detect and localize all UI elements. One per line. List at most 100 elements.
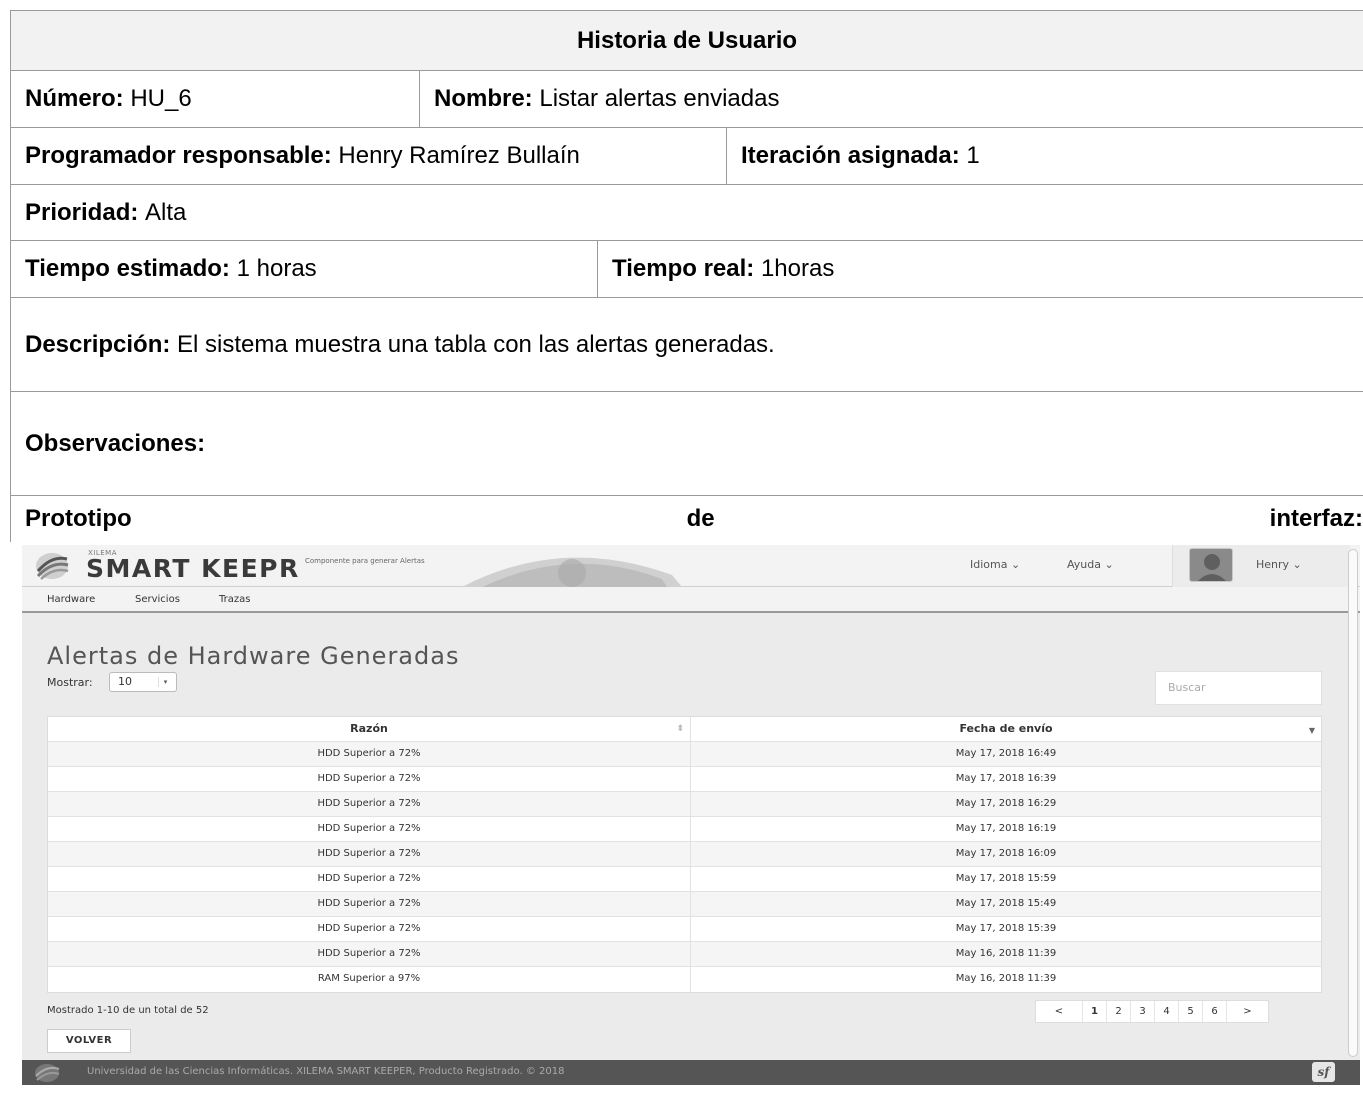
table-row: HDD Superior a 72% May 17, 2018 15:39 (48, 917, 1321, 942)
cell-razon: HDD Superior a 72% (48, 917, 691, 941)
tiempo-estimado-cell: Tiempo estimado: 1 horas (11, 241, 597, 297)
cell-razon: HDD Superior a 72% (48, 867, 691, 891)
avatar-icon (1189, 548, 1233, 582)
logo-text: SMART KEEPR (86, 554, 300, 583)
pager-next-button[interactable]: > (1226, 1001, 1268, 1022)
chevron-down-icon: ⌄ (1104, 558, 1114, 571)
programador-value: Henry Ramírez Bullaín (338, 142, 580, 169)
cell-razon: HDD Superior a 72% (48, 942, 691, 966)
table-body: HDD Superior a 72% May 17, 2018 16:49 HDD … (48, 742, 1321, 992)
programador-label: Programador responsable: (25, 142, 332, 169)
prioridad-label: Prioridad: (25, 198, 139, 226)
symfony-icon[interactable]: sf (1312, 1062, 1335, 1082)
pager-page-5[interactable]: 5 (1178, 1001, 1202, 1022)
cell-fecha: May 17, 2018 16:09 (955, 848, 1057, 859)
table-row: HDD Superior a 72% May 17, 2018 16:09 (48, 842, 1321, 867)
sort-icon: ⬍ (676, 724, 684, 734)
cell-razon: RAM Superior a 97% (48, 967, 691, 992)
menu-ayuda[interactable]: Ayuda ⌄ (1067, 558, 1114, 571)
pager-prev-button[interactable]: < (1036, 1001, 1082, 1022)
chevron-down-icon: ⌄ (1010, 558, 1021, 571)
back-button[interactable]: VOLVER (47, 1029, 131, 1053)
pager-page-3[interactable]: 3 (1130, 1001, 1154, 1022)
prototipo-word-2: de (686, 505, 715, 532)
table-row: HDD Superior a 72% May 16, 2018 11:39 (48, 942, 1321, 967)
pager-page-1[interactable]: 1 (1082, 1001, 1106, 1022)
cell-razon: HDD Superior a 72% (48, 742, 691, 766)
search-input[interactable]: Buscar (1155, 671, 1322, 705)
table-row: HDD Superior a 72% May 17, 2018 16:19 (48, 817, 1321, 842)
top-nav: Hardware Servicios Trazas (22, 587, 1360, 613)
cell-fecha: May 17, 2018 15:59 (955, 873, 1057, 884)
interface-prototype: XILEMA SMART KEEPR Componente para gener… (22, 545, 1360, 1085)
cell-fecha: May 16, 2018 11:39 (955, 948, 1057, 959)
observaciones-cell: Observaciones: (11, 392, 1363, 495)
table-row: HDD Superior a 72% May 17, 2018 16:49 (48, 742, 1321, 767)
header-decoration (462, 557, 682, 587)
tiempo-real-label: Tiempo real: (612, 255, 755, 282)
cell-razon: HDD Superior a 72% (48, 817, 691, 841)
caret-down-icon: ▾ (158, 677, 172, 687)
iteracion-cell: Iteración asignada: 1 (726, 128, 1363, 184)
numero-label: Número: (25, 85, 124, 112)
doc-row-prototipo: Prototipo de interfaz: (10, 496, 1363, 542)
tiempo-estimado-label: Tiempo estimado: (25, 255, 230, 282)
doc-title-row: Historia de Usuario (10, 10, 1363, 71)
prototipo-word-3: interfaz: (1269, 505, 1363, 532)
cell-fecha: May 17, 2018 16:29 (955, 798, 1057, 809)
xilema-logo-icon (35, 1064, 60, 1082)
cell-fecha: May 17, 2018 16:19 (955, 823, 1057, 834)
nombre-label: Nombre: (434, 85, 533, 112)
prioridad-cell: Prioridad: Alta (11, 185, 1363, 240)
table-header-row: Razón ⬍ Fecha de envío ▼ (48, 717, 1321, 742)
descripcion-value: El sistema muestra una tabla con las ale… (177, 330, 775, 358)
page-title: Alertas de Hardware Generadas (47, 642, 460, 670)
logo-subtitle: Componente para generar Alertas (305, 557, 425, 565)
cell-razon: HDD Superior a 72% (48, 892, 691, 916)
column-header-fecha[interactable]: Fecha de envío ▼ (691, 717, 1321, 741)
table-row: HDD Superior a 72% May 17, 2018 15:49 (48, 892, 1321, 917)
prioridad-value: Alta (145, 198, 187, 226)
tiempo-real-value: 1horas (760, 255, 835, 282)
scrollbar[interactable] (1348, 549, 1358, 1057)
pager-page-2[interactable]: 2 (1106, 1001, 1130, 1022)
cell-razon: HDD Superior a 72% (48, 792, 691, 816)
page-size-value: 10 (118, 675, 132, 688)
nav-hardware[interactable]: Hardware (47, 594, 95, 605)
column-header-label: Razón (350, 722, 388, 735)
table-info: Mostrado 1-10 de un total de 52 (47, 1005, 209, 1016)
cell-razon: HDD Superior a 72% (48, 842, 691, 866)
menu-idioma-label: Idioma (970, 558, 1008, 571)
column-header-razon[interactable]: Razón ⬍ (48, 717, 691, 741)
cell-fecha: May 16, 2018 11:39 (955, 973, 1057, 984)
chevron-down-icon: ⌄ (1292, 558, 1302, 571)
pagination: <1 2 3 4 5 6 > (1035, 1000, 1269, 1023)
page-size-select[interactable]: 10 ▾ (109, 672, 177, 692)
pager-page-4[interactable]: 4 (1154, 1001, 1178, 1022)
numero-cell: Número: HU_6 (11, 71, 419, 127)
user-menu[interactable]: Henry ⌄ (1256, 558, 1302, 571)
descripcion-cell: Descripción: El sistema muestra una tabl… (11, 298, 1363, 391)
nav-trazas[interactable]: Trazas (219, 594, 250, 605)
footer-text: Universidad de las Ciencias Informáticas… (87, 1066, 565, 1077)
xilema-logo-icon (36, 553, 69, 580)
show-label: Mostrar: (47, 676, 93, 689)
table-row: HDD Superior a 72% May 17, 2018 16:29 (48, 792, 1321, 817)
tiempo-estimado-value: 1 horas (236, 255, 317, 282)
app-header: XILEMA SMART KEEPR Componente para gener… (22, 545, 1360, 587)
pager-page-6[interactable]: 6 (1202, 1001, 1226, 1022)
table-row: HDD Superior a 72% May 17, 2018 15:59 (48, 867, 1321, 892)
menu-idioma[interactable]: Idioma ⌄ (970, 558, 1020, 571)
doc-title: Historia de Usuario (576, 26, 798, 54)
nombre-cell: Nombre: Listar alertas enviadas (419, 71, 1363, 127)
table-row: HDD Superior a 72% May 17, 2018 16:39 (48, 767, 1321, 792)
iteracion-label: Iteración asignada: (741, 142, 960, 169)
programador-cell: Programador responsable: Henry Ramírez B… (11, 128, 726, 184)
observaciones-label: Observaciones: (25, 429, 206, 457)
alerts-table: Razón ⬍ Fecha de envío ▼ HDD Superior a … (47, 716, 1322, 993)
numero-value: HU_6 (130, 85, 192, 112)
doc-row-prioridad: Prioridad: Alta (10, 185, 1363, 241)
nav-servicios[interactable]: Servicios (135, 594, 180, 605)
column-header-label: Fecha de envío (959, 722, 1053, 735)
doc-row-programador: Programador responsable: Henry Ramírez B… (10, 128, 1363, 185)
